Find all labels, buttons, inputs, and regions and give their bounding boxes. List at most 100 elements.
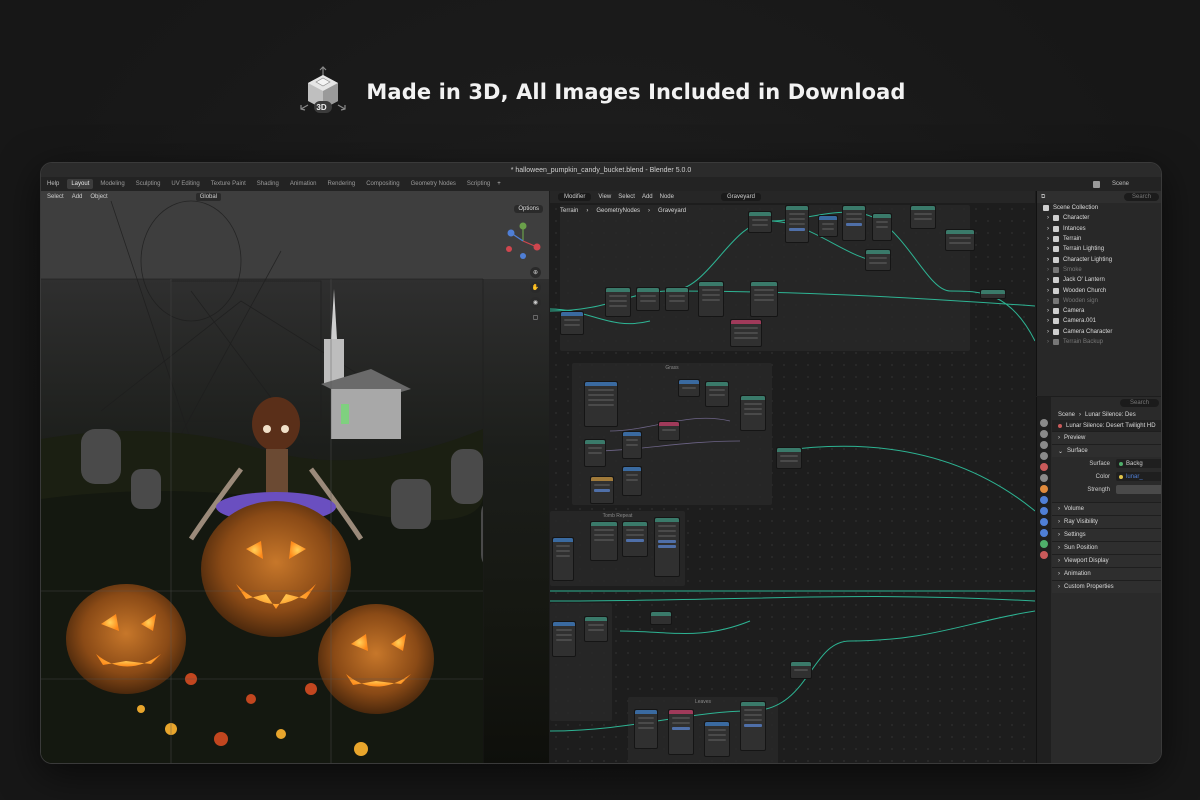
breadcrumb-terrain[interactable]: Terrain [560,208,578,214]
modifier-tab-icon[interactable] [1040,496,1048,504]
viewport-options-button[interactable]: Options [514,205,543,213]
node[interactable] [622,431,642,459]
tab-sculpting[interactable]: Sculpting [132,179,165,189]
expand-caret-icon[interactable]: › [1047,298,1049,304]
tab-shading[interactable]: Shading [253,179,283,189]
outliner-item[interactable]: › Terrain Lighting [1037,244,1161,254]
outliner-item[interactable]: › Wooden Church [1037,285,1161,295]
data-tab-icon[interactable] [1040,540,1048,548]
node[interactable] [698,281,724,317]
scene-selector[interactable]: Scene [1093,180,1137,188]
help-menu[interactable]: Help [47,181,59,187]
outliner-item[interactable]: › Intances [1037,224,1161,234]
outliner-item[interactable]: › Character Lighting [1037,254,1161,264]
node[interactable] [634,709,658,749]
property-section[interactable]: › Viewport Display [1052,554,1161,567]
material-tab-icon[interactable] [1040,551,1048,559]
outliner-item[interactable]: › Camera Character [1037,327,1161,337]
node[interactable] [658,421,680,441]
outliner-item[interactable]: › Terrain Backup [1037,337,1161,347]
outliner-item[interactable]: › Camera.001 [1037,316,1161,326]
node[interactable] [865,249,891,271]
properties-editor[interactable]: Search Scene › Lunar Silence: Des Lunar … [1036,397,1161,763]
node[interactable] [552,537,574,581]
property-section[interactable]: › Animation [1052,567,1161,580]
expand-caret-icon[interactable]: › [1047,288,1049,294]
node[interactable] [785,205,809,243]
navigation-gizmo[interactable] [503,221,543,261]
tab-animation[interactable]: Animation [286,179,321,189]
expand-caret-icon[interactable]: › [1047,329,1049,335]
physics-tab-icon[interactable] [1040,518,1048,526]
lock-icon[interactable]: ▢ [530,312,541,323]
viewport-add-menu[interactable]: Add [72,194,83,200]
node[interactable] [622,521,648,557]
tab-texture-paint[interactable]: Texture Paint [207,179,250,189]
orientation-dropdown[interactable]: Global [195,193,222,201]
section-preview[interactable]: › Preview [1052,431,1161,444]
property-section[interactable]: › Custom Properties [1052,580,1161,593]
viewport-object-menu[interactable]: Object [90,194,107,200]
node[interactable] [750,281,778,317]
outliner-item[interactable]: › Character [1037,213,1161,223]
node[interactable] [740,701,766,751]
tab-compositing[interactable]: Compositing [362,179,403,189]
breadcrumb-geometrynodes[interactable]: GeometryNodes [596,208,640,214]
surface-field[interactable]: Surface Backg [1052,457,1161,470]
render-tab-icon[interactable] [1040,430,1048,438]
viewport-select-menu[interactable]: Select [47,194,64,200]
expand-caret-icon[interactable]: › [1047,236,1049,242]
tab-layout[interactable]: Layout [67,179,94,189]
node-view-menu[interactable]: View [598,194,611,200]
editor-type-dropdown[interactable]: Modifier [558,193,592,201]
node[interactable] [980,289,1006,299]
node[interactable] [584,439,606,467]
node[interactable] [818,215,838,237]
scene-collection-row[interactable]: Scene Collection [1037,203,1161,213]
3d-viewport[interactable]: Select Add Object Global Options ⊕ ✋ ◉ ▢ [41,191,549,763]
tab-geometry-nodes[interactable]: Geometry Nodes [407,179,460,189]
geometry-node-editor[interactable]: Modifier View Select Add Node Graveyard … [550,191,1035,763]
outliner-item[interactable]: › Wooden sign [1037,296,1161,306]
expand-caret-icon[interactable]: › [1047,226,1049,232]
collection-tab-icon[interactable] [1040,474,1048,482]
zoom-icon[interactable]: ⊕ [530,267,541,278]
color-field[interactable]: Color lunar_ [1052,470,1161,483]
node[interactable] [605,287,631,317]
breadcrumb-graveyard[interactable]: Graveyard [658,208,686,214]
hand-pan-icon[interactable]: ✋ [530,282,541,293]
node-add-menu[interactable]: Add [642,194,653,200]
expand-caret-icon[interactable]: › [1047,246,1049,252]
expand-caret-icon[interactable]: › [1047,215,1049,221]
object-tab-icon[interactable] [1040,485,1048,493]
node[interactable] [910,205,936,229]
node[interactable] [622,466,642,496]
property-section[interactable]: › Volume [1052,502,1161,515]
node[interactable] [590,476,614,504]
node[interactable] [790,661,812,679]
node[interactable] [560,311,584,335]
node[interactable] [776,447,802,469]
node[interactable] [705,381,729,407]
node[interactable] [740,395,766,431]
node[interactable] [748,211,772,233]
property-section[interactable]: › Ray Visibility [1052,515,1161,528]
node[interactable] [668,709,694,755]
particles-tab-icon[interactable] [1040,507,1048,515]
expand-caret-icon[interactable]: › [1047,339,1049,345]
expand-caret-icon[interactable]: › [1047,318,1049,324]
node[interactable] [704,721,730,757]
outliner-item[interactable]: › Camera [1037,306,1161,316]
property-section[interactable]: › Sun Position [1052,541,1161,554]
tab-rendering[interactable]: Rendering [324,179,360,189]
outliner-item[interactable]: › Jack O' Lantern [1037,275,1161,285]
node[interactable] [665,287,689,311]
outliner-search[interactable]: Search [1123,193,1159,201]
world-selector[interactable]: Lunar Silence: Desert Twilight HD [1052,420,1161,431]
tab-scripting[interactable]: Scripting [463,179,494,189]
outliner[interactable]: ⧉ Search Scene Collection › Character › Int… [1036,191,1161,396]
node[interactable] [872,213,892,241]
property-section[interactable]: › Settings [1052,528,1161,541]
outliner-filter-icon[interactable]: ⧉ [1041,194,1045,201]
expand-caret-icon[interactable]: › [1047,257,1049,263]
